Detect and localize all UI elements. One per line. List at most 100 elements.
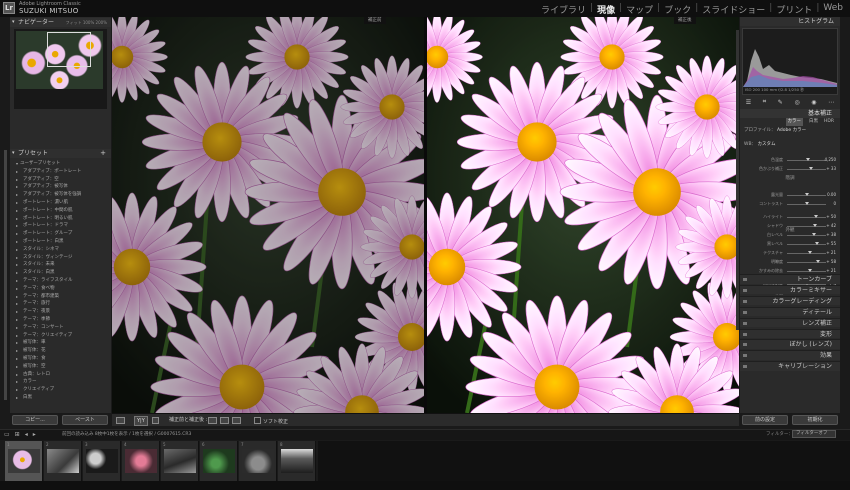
slider-row[interactable]: テクスチャ + 21 <box>744 249 836 257</box>
preset-group[interactable]: テーマ：都市建築 <box>10 293 111 301</box>
slider-row[interactable]: 色かぶり補正 + 33 <box>744 165 836 173</box>
slider-knob[interactable] <box>808 251 813 254</box>
preset-group[interactable]: 被写体：車 <box>10 339 111 347</box>
navigator-header[interactable]: ▾ ナビゲーター フィット 100% 200% <box>10 18 111 27</box>
panel-section-header[interactable]: カラーグレーディング <box>740 295 840 306</box>
panel-toggle-icon[interactable] <box>743 310 747 314</box>
slider-knob[interactable] <box>809 167 814 170</box>
slider-knob[interactable] <box>811 233 816 236</box>
preset-group[interactable]: スタイル：未来 <box>10 261 111 269</box>
panel-toggle-icon[interactable] <box>743 321 747 325</box>
preset-group[interactable]: ユーザープリセット <box>10 160 111 168</box>
panel-section-header[interactable]: トーンカーブ <box>740 274 840 284</box>
preset-group[interactable]: アダプティブ：空 <box>10 176 111 184</box>
swap-before-after-icon[interactable] <box>232 417 241 424</box>
filmstrip-thumbnail[interactable]: 4 <box>122 441 160 481</box>
display-icon[interactable]: ▭ <box>4 431 10 438</box>
presets-icon[interactable]: ⋯ <box>828 99 834 106</box>
slider-value[interactable]: 4,250 <box>825 156 836 164</box>
slider-value[interactable]: + 55 <box>826 240 836 248</box>
copy-after-to-before-icon[interactable] <box>220 417 229 424</box>
treatment-option[interactable]: 白黒 <box>809 118 818 126</box>
preset-group[interactable]: アダプティブ：被写体を強調 <box>10 191 111 199</box>
filmstrip-source-info[interactable]: 前回の読み込み 8枚中1枚を表示 / 1枚を選択 / G0007615.CR3 <box>62 431 191 437</box>
healing-icon[interactable]: ✎ <box>778 99 783 106</box>
slider-track[interactable] <box>787 235 826 236</box>
left-panel-scrollbar[interactable] <box>4 150 7 400</box>
slider-knob[interactable] <box>815 260 820 263</box>
slider-track[interactable] <box>787 226 826 227</box>
slider-value[interactable]: 0.00 <box>827 191 836 199</box>
back-icon[interactable]: ◂ <box>25 431 28 438</box>
navigator-preview[interactable] <box>14 29 107 109</box>
preset-group[interactable]: 古典：レトロ <box>10 371 111 379</box>
histogram[interactable]: ISO 200 100 mm f/2.8 1/250 秒 <box>742 28 838 95</box>
slider-row[interactable]: ハイライト + 50 <box>744 213 836 221</box>
basic-panel-header[interactable]: 基本補正 <box>740 109 840 118</box>
copy-before-to-after-icon[interactable] <box>208 417 217 424</box>
slider-row[interactable]: 白レベル + 38 <box>744 231 836 239</box>
preset-group[interactable]: 被写体：花 <box>10 347 111 355</box>
module-2[interactable]: マップ <box>625 3 654 16</box>
slider-row[interactable]: コントラスト 0 <box>744 200 836 208</box>
module-4[interactable]: スライドショー <box>701 3 766 16</box>
panel-toggle-icon[interactable] <box>743 343 747 347</box>
previous-settings-button[interactable]: 前の設定 <box>742 415 788 425</box>
crop-icon[interactable]: ⌗ <box>763 98 766 106</box>
preset-group[interactable]: クリエイティブ <box>10 386 111 394</box>
filter-dropdown[interactable]: フィルターオフ <box>792 430 836 438</box>
panel-toggle-icon[interactable] <box>743 354 747 358</box>
slider-knob[interactable] <box>812 224 817 227</box>
filmstrip-thumbnail[interactable]: 7 <box>239 441 277 481</box>
soft-proofing-checkbox[interactable]: ソフト校正 <box>254 417 288 426</box>
slider-track[interactable] <box>787 271 826 272</box>
preset-group[interactable]: ポートレート：濃い肌 <box>10 199 111 207</box>
preset-group[interactable]: ポートレート：白黒 <box>10 238 111 246</box>
navigator-zoom-options[interactable]: フィット 100% 200% <box>66 18 107 27</box>
after-image[interactable] <box>427 17 739 413</box>
image-compare-view[interactable]: 補正前 補正後 <box>112 17 739 413</box>
preset-group[interactable]: スタイル：シネマ <box>10 246 111 254</box>
preset-group[interactable]: ポートレート：明るい肌 <box>10 215 111 223</box>
reset-button[interactable]: 初期化 <box>792 415 838 425</box>
preset-group[interactable]: ポートレート：グループ <box>10 230 111 238</box>
panel-toggle-icon[interactable] <box>743 278 747 281</box>
panel-toggle-icon[interactable] <box>743 288 747 292</box>
preset-group[interactable]: テーマ：食べ物 <box>10 285 111 293</box>
paste-settings-button[interactable]: ペースト <box>62 415 108 425</box>
view-dropdown-icon[interactable] <box>152 417 159 424</box>
slider-knob[interactable] <box>814 215 819 218</box>
profile-value[interactable]: Adobe カラー <box>777 128 806 133</box>
red-eye-icon[interactable]: ◉ <box>811 99 816 106</box>
forward-icon[interactable]: ▸ <box>33 431 36 438</box>
panel-section-header[interactable]: 効果 <box>740 350 840 360</box>
module-1[interactable]: 現像 <box>596 3 616 16</box>
preset-group[interactable]: 被写体：食 <box>10 355 111 363</box>
loupe-view-icon[interactable] <box>116 417 125 424</box>
slider-value[interactable]: + 50 <box>826 213 836 221</box>
preset-group[interactable]: ポートレート：ドラマ <box>10 222 111 230</box>
preset-group[interactable]: テーマ：旅行 <box>10 300 111 308</box>
slider-row[interactable]: 明瞭度 + 58 <box>744 258 836 266</box>
preset-group[interactable]: 白黒 <box>10 394 111 402</box>
slider-track[interactable] <box>787 169 826 170</box>
treatment-option[interactable]: HDR <box>824 118 834 126</box>
copy-settings-button[interactable]: コピー... <box>12 415 58 425</box>
navigator-viewport-box[interactable] <box>47 32 91 67</box>
preset-group[interactable]: テーマ：ライフスタイル <box>10 277 111 285</box>
edit-sliders-icon[interactable]: ☰ <box>746 99 751 106</box>
panel-section-header[interactable]: カラーミキサー <box>740 284 840 295</box>
filmstrip-thumbnail[interactable]: 8 <box>278 441 316 481</box>
slider-track[interactable] <box>787 217 826 218</box>
white-balance-row[interactable]: WB： カスタム <box>744 141 838 149</box>
profile-row[interactable]: プロファイル： Adobe カラー <box>744 127 838 135</box>
panel-toggle-icon[interactable] <box>743 299 747 303</box>
slider-row[interactable]: シャドウ + 42 <box>744 222 836 230</box>
module-3[interactable]: ブック <box>663 3 692 16</box>
panel-section-header[interactable]: ぼかし (レンズ) <box>740 339 840 349</box>
filmstrip-thumbnail[interactable]: 1 <box>5 441 43 481</box>
preset-group[interactable]: テーマ：季節 <box>10 316 111 324</box>
masking-icon[interactable]: ◎ <box>794 99 799 106</box>
panel-section-header[interactable]: キャリブレーション <box>740 361 840 371</box>
preset-group[interactable]: スタイル：ヴィンテージ <box>10 254 111 262</box>
